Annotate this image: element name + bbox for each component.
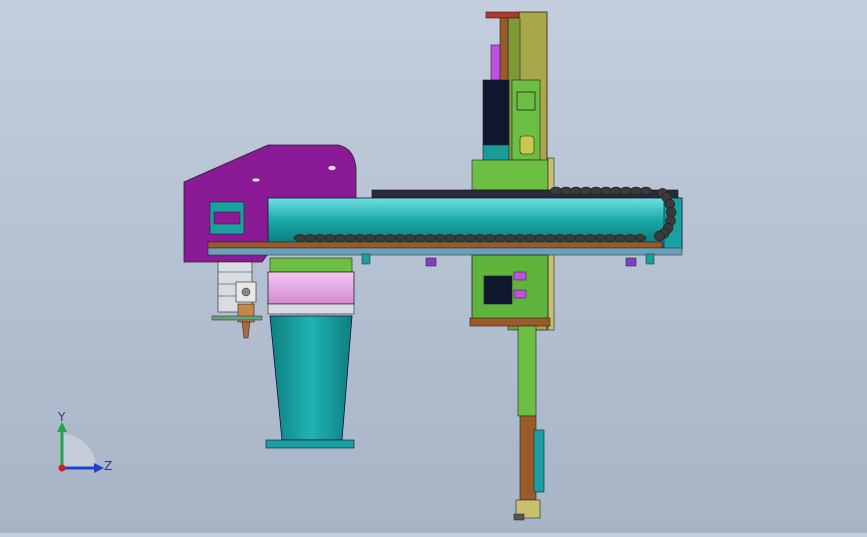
chain-link (654, 230, 665, 242)
chain-link (293, 234, 307, 242)
z-axis-label: Z (104, 459, 112, 473)
chain-link (639, 186, 653, 196)
cad-viewport[interactable]: Y Z (0, 0, 867, 533)
y-axis-label: Y (57, 410, 66, 424)
green-carriage-plate (469, 254, 551, 327)
pink-cylinder-block (267, 257, 355, 315)
z-axis-arrowhead (94, 463, 104, 473)
gripper-valve-assembly (211, 261, 263, 339)
x-axis-dot (58, 464, 66, 472)
orientation-triad[interactable]: Y Z (40, 408, 130, 488)
teal-support-stand (269, 315, 353, 441)
bottom-rail (207, 241, 663, 249)
robot-assembly-drawing[interactable] (0, 0, 867, 533)
vertical-arm (513, 325, 545, 521)
